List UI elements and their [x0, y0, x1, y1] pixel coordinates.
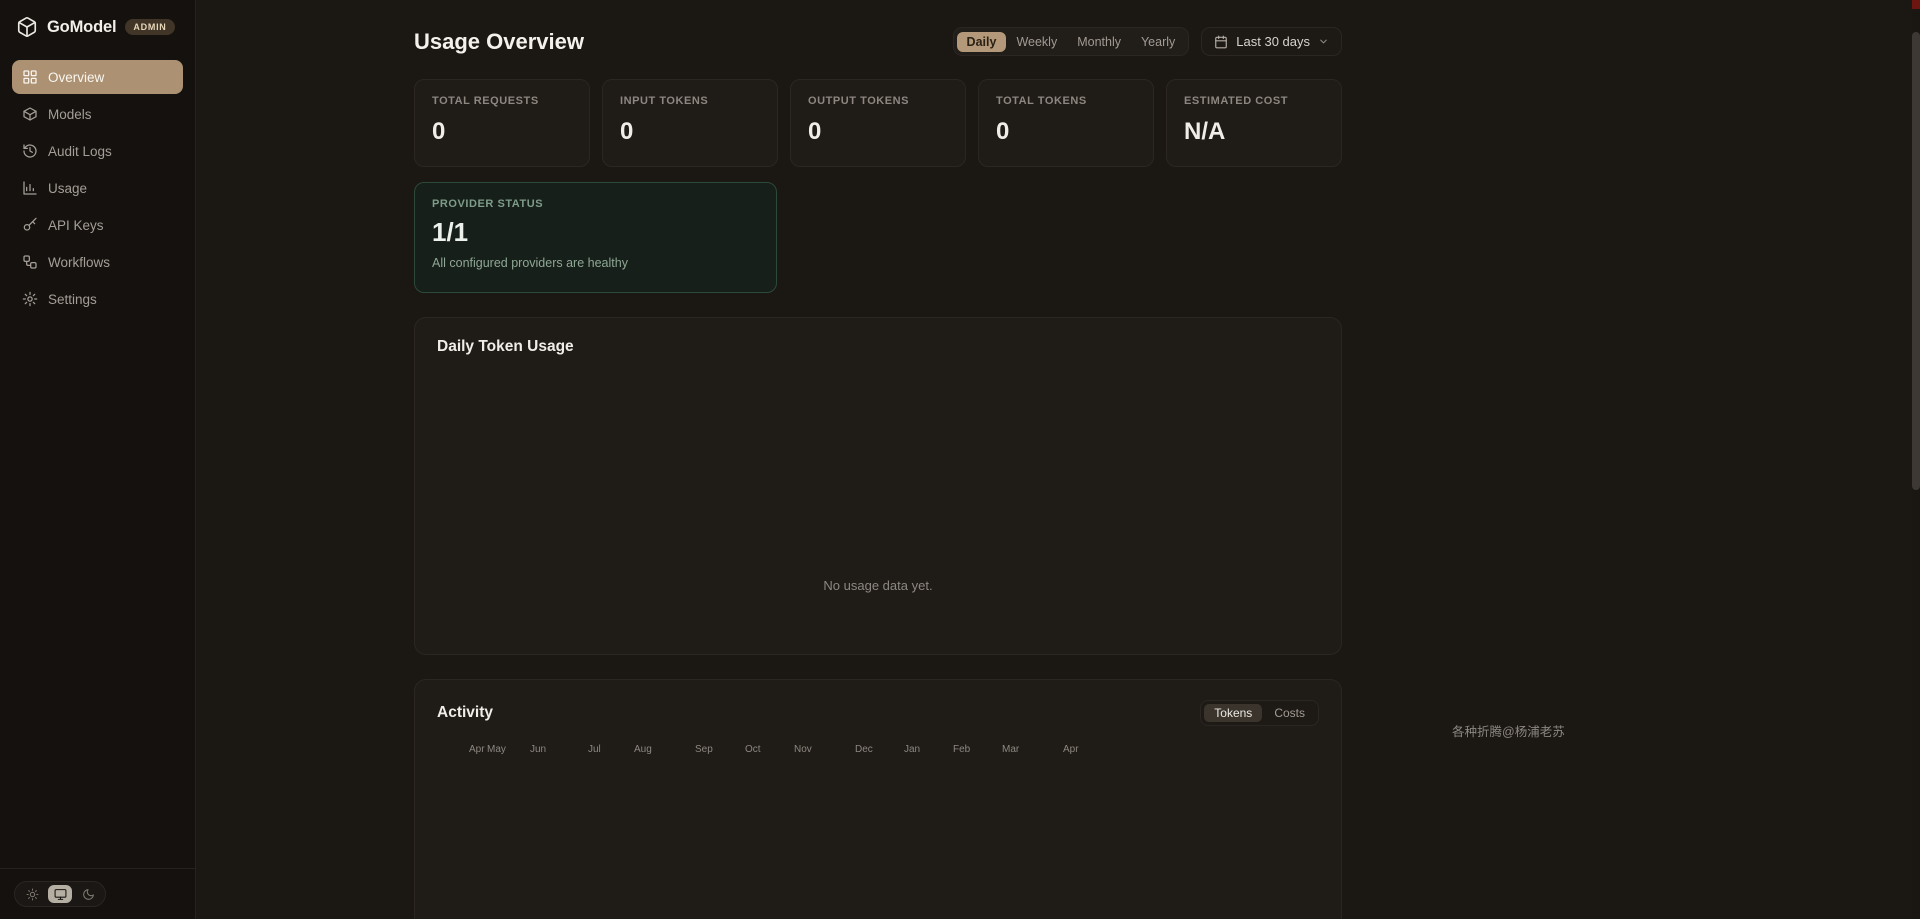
stats-row: TOTAL REQUESTS 0 INPUT TOKENS 0 OUTPUT T…	[414, 79, 1342, 167]
sidebar-item-label: Models	[48, 107, 92, 122]
box-icon	[22, 106, 38, 122]
sidebar-item-label: Usage	[48, 181, 87, 196]
sun-icon	[26, 888, 39, 901]
provider-status-label: PROVIDER STATUS	[432, 198, 759, 210]
activity-header: Activity Tokens Costs	[437, 700, 1319, 726]
brand-name: GoModel	[47, 18, 116, 37]
page-title: Usage Overview	[414, 29, 584, 55]
grid-icon	[22, 69, 38, 85]
sidebar-item-label: Overview	[48, 70, 104, 85]
watermark-text: 各种折腾@杨浦老苏	[1452, 721, 1565, 740]
stat-label: OUTPUT TOKENS	[808, 95, 948, 107]
stat-value: 0	[620, 118, 760, 146]
chart-title: Daily Token Usage	[437, 338, 1319, 356]
theme-toggle	[14, 881, 106, 907]
month-label: Sep	[695, 744, 713, 755]
sidebar-item-label: API Keys	[48, 218, 104, 233]
stat-value: 0	[808, 118, 948, 146]
scrollbar-top-marker	[1912, 0, 1920, 9]
key-icon	[22, 217, 38, 233]
chart-empty-message: No usage data yet.	[415, 578, 1341, 593]
stat-card-total-tokens: TOTAL TOKENS 0	[978, 79, 1154, 167]
sidebar-item-workflows[interactable]: Workflows	[12, 245, 183, 279]
date-range-dropdown[interactable]: Last 30 days	[1201, 27, 1342, 56]
sidebar-item-api-keys[interactable]: API Keys	[12, 208, 183, 242]
sidebar-item-label: Audit Logs	[48, 144, 112, 159]
provider-status-value: 1/1	[432, 217, 759, 248]
month-label: Jan	[904, 744, 920, 755]
dark-theme-button[interactable]	[76, 885, 100, 903]
sidebar-item-settings[interactable]: Settings	[12, 282, 183, 316]
period-tab-weekly[interactable]: Weekly	[1006, 32, 1067, 52]
stat-value: 0	[432, 118, 572, 146]
stat-card-input-tokens: INPUT TOKENS 0	[602, 79, 778, 167]
month-label: Jun	[530, 744, 546, 755]
sidebar-nav: Overview Models Audit Logs	[0, 52, 195, 868]
month-label: Dec	[855, 744, 873, 755]
stat-card-total-requests: TOTAL REQUESTS 0	[414, 79, 590, 167]
calendar-icon	[1214, 35, 1228, 49]
month-label: Jul	[588, 744, 601, 755]
sidebar-item-label: Workflows	[48, 255, 110, 270]
workflow-icon	[22, 254, 38, 270]
page-scrollbar[interactable]	[1912, 0, 1920, 919]
activity-toggle-group: Tokens Costs	[1200, 700, 1319, 726]
header-controls: Daily Weekly Monthly Yearly Last 30 days	[953, 27, 1342, 56]
cube-logo-icon	[16, 16, 38, 38]
stat-value: 0	[996, 118, 1136, 146]
date-range-label: Last 30 days	[1236, 34, 1310, 49]
activity-card: Activity Tokens Costs Apr May Jun Jul Au…	[414, 679, 1342, 919]
sidebar-item-audit-logs[interactable]: Audit Logs	[12, 134, 183, 168]
activity-title: Activity	[437, 704, 493, 722]
monitor-icon	[54, 888, 67, 901]
activity-toggle-tokens[interactable]: Tokens	[1204, 704, 1262, 722]
gear-icon	[22, 291, 38, 307]
activity-toggle-costs[interactable]: Costs	[1264, 704, 1315, 722]
provider-status-card: PROVIDER STATUS 1/1 All configured provi…	[414, 182, 777, 293]
brand-logo: GoModel ADMIN	[0, 0, 195, 52]
main-area: Usage Overview Daily Weekly Monthly Year…	[196, 0, 1920, 919]
page-header: Usage Overview Daily Weekly Monthly Year…	[414, 27, 1342, 56]
chevron-down-icon	[1318, 36, 1329, 47]
month-label: Oct	[745, 744, 761, 755]
period-segmented-control: Daily Weekly Monthly Yearly	[953, 27, 1190, 56]
system-theme-button[interactable]	[48, 885, 72, 903]
history-icon	[22, 143, 38, 159]
month-label: Aug	[634, 744, 652, 755]
activity-months-row: Apr May Jun Jul Aug Sep Oct Nov Dec Jan …	[437, 744, 1319, 756]
stat-label: TOTAL REQUESTS	[432, 95, 572, 107]
stat-card-estimated-cost: ESTIMATED COST N/A	[1166, 79, 1342, 167]
admin-badge: ADMIN	[125, 19, 174, 35]
stat-label: ESTIMATED COST	[1184, 95, 1324, 107]
sidebar-item-label: Settings	[48, 292, 97, 307]
sidebar-item-overview[interactable]: Overview	[12, 60, 183, 94]
daily-token-usage-card: Daily Token Usage No usage data yet.	[414, 317, 1342, 655]
light-theme-button[interactable]	[20, 885, 44, 903]
stat-label: INPUT TOKENS	[620, 95, 760, 107]
scrollbar-thumb[interactable]	[1912, 32, 1920, 490]
stat-label: TOTAL TOKENS	[996, 95, 1136, 107]
period-tab-monthly[interactable]: Monthly	[1067, 32, 1131, 52]
month-label: Mar	[1002, 744, 1019, 755]
period-tab-yearly[interactable]: Yearly	[1131, 32, 1185, 52]
sidebar: GoModel ADMIN Overview Models	[0, 0, 196, 919]
period-tab-daily[interactable]: Daily	[957, 32, 1007, 52]
sidebar-item-usage[interactable]: Usage	[12, 171, 183, 205]
provider-status-description: All configured providers are healthy	[432, 256, 759, 270]
sidebar-item-models[interactable]: Models	[12, 97, 183, 131]
stat-value: N/A	[1184, 118, 1324, 146]
stat-card-output-tokens: OUTPUT TOKENS 0	[790, 79, 966, 167]
bar-chart-icon	[22, 180, 38, 196]
moon-icon	[82, 888, 95, 901]
month-label: Nov	[794, 744, 812, 755]
month-label: May	[487, 744, 506, 755]
month-label: Apr	[1063, 744, 1079, 755]
sidebar-footer	[0, 868, 195, 919]
month-label: Apr	[469, 744, 485, 755]
month-label: Feb	[953, 744, 970, 755]
